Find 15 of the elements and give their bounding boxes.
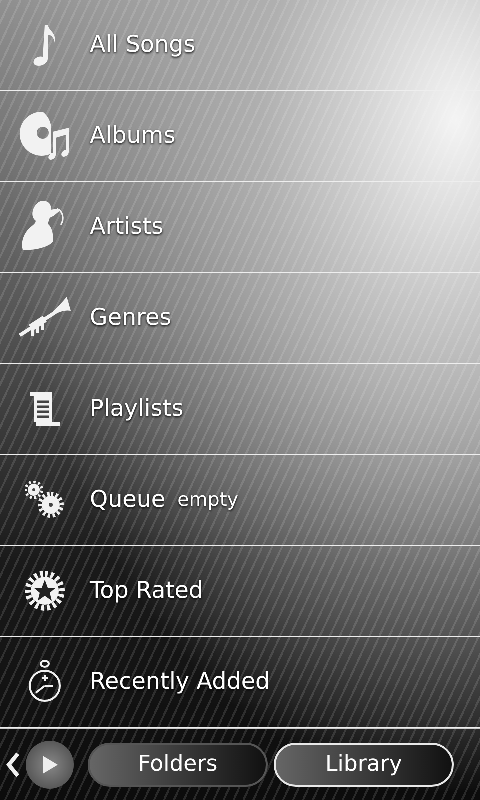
menu-item[interactable]: Genres bbox=[90, 305, 172, 331]
tab[interactable]: Library bbox=[274, 742, 454, 786]
menu-item[interactable]: Recently Added bbox=[90, 669, 270, 695]
gears-icon bbox=[25, 481, 65, 519]
menu-item[interactable]: Queue bbox=[90, 487, 166, 513]
tab[interactable]: Folders bbox=[88, 742, 268, 786]
disc-with-notes-icon bbox=[19, 110, 71, 162]
star-badge-icon bbox=[25, 571, 65, 611]
status-text: empty bbox=[178, 489, 239, 511]
stopwatch-icon bbox=[27, 660, 63, 704]
play-icon bbox=[40, 754, 60, 776]
document-scroll-icon bbox=[28, 390, 62, 428]
menu-item[interactable]: Top Rated bbox=[90, 578, 204, 604]
menu-item[interactable]: Playlists bbox=[90, 396, 184, 422]
play-button[interactable] bbox=[26, 740, 74, 788]
